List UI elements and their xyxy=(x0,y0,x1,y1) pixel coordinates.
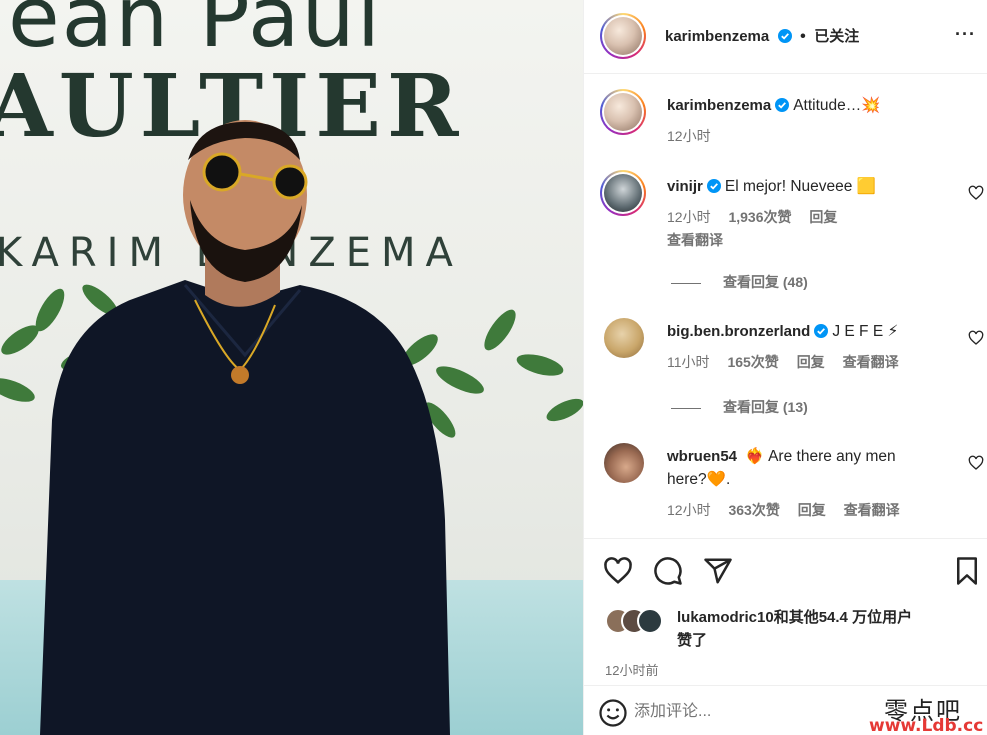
post-detail-panel: karimbenzema • 已关注 ··· karimbenzema Attit… xyxy=(583,0,987,735)
post-timestamp[interactable]: 12小时前 xyxy=(605,660,658,679)
comment-icon[interactable] xyxy=(653,556,683,586)
view-replies-label: 查看回复 (13) xyxy=(723,399,808,415)
view-replies-label: 查看回复 (48) xyxy=(723,274,808,290)
comment-username[interactable]: vinijr xyxy=(667,178,703,195)
view-replies-button[interactable]: 查看回复 (13) xyxy=(671,397,808,417)
comment-text: J E F E ⚡ xyxy=(832,323,899,340)
person-figure xyxy=(40,120,450,735)
comment-meta: 11小时 165次赞 回复 查看翻译 xyxy=(667,352,913,372)
likes-text-continued: 赞了 xyxy=(677,632,708,649)
comment-like-icon[interactable] xyxy=(968,185,984,201)
following-button[interactable]: 已关注 xyxy=(814,28,859,45)
comment-text-continued: here?🧡. xyxy=(667,471,731,488)
replies-divider xyxy=(671,282,701,284)
caption-avatar[interactable] xyxy=(600,89,646,135)
view-replies-button[interactable]: 查看回复 (48) xyxy=(671,272,808,292)
comment-avatar[interactable] xyxy=(604,443,644,483)
comment-time: 12小时 xyxy=(667,502,711,518)
comment-likes-count[interactable]: 165次赞 xyxy=(727,354,778,370)
comment-text-line: vinijr El mejor! Nueveee 🟨 xyxy=(667,175,957,198)
comment-avatar[interactable] xyxy=(604,318,644,358)
post-header: karimbenzema • 已关注 ··· xyxy=(584,0,987,74)
verified-badge-icon xyxy=(775,98,790,112)
comment-text: El mejor! Nueveee 🟨 xyxy=(724,178,876,195)
comment-likes-count[interactable]: 1,936次赞 xyxy=(728,209,791,225)
comment-meta: 12小时 1,936次赞 回复 xyxy=(667,207,851,227)
caption-meta: 12小时 xyxy=(667,126,725,146)
comment-text: ❤️‍🔥 Are there any men xyxy=(745,448,896,465)
translate-button[interactable]: 查看翻译 xyxy=(844,502,900,518)
likes-text[interactable]: lukamodric10和其他54.4 万位用户 xyxy=(677,607,977,629)
caption-time: 12小时 xyxy=(667,128,711,144)
share-icon[interactable] xyxy=(703,556,733,586)
translate-button[interactable]: 查看翻译 xyxy=(843,354,899,370)
verified-badge-icon xyxy=(777,29,792,43)
comment-username[interactable]: wbruen54 xyxy=(667,448,737,465)
separator-dot: • xyxy=(800,28,806,45)
translate-button[interactable]: 查看翻译 xyxy=(667,230,723,250)
comment-username[interactable]: big.ben.bronzerland xyxy=(667,323,810,340)
comment-time: 12小时 xyxy=(667,209,711,225)
author-username[interactable]: karimbenzema xyxy=(665,28,769,45)
replies-divider xyxy=(671,407,701,409)
caption-text-line: karimbenzema Attitude…💥 xyxy=(667,94,957,117)
comment-text-line: big.ben.bronzerland J E F E ⚡ xyxy=(667,320,957,343)
comment-likes-count[interactable]: 363次赞 xyxy=(728,502,779,518)
heart-icon[interactable] xyxy=(603,556,633,586)
post-photo[interactable]: ean Paul AULTIER KARIM BENZEMA xyxy=(0,0,583,735)
reply-button[interactable]: 回复 xyxy=(797,354,825,370)
comment-time: 11小时 xyxy=(667,354,710,370)
comment-meta: 12小时 363次赞 回复 查看翻译 xyxy=(667,500,914,520)
comment-avatar[interactable] xyxy=(600,170,646,216)
reply-button[interactable]: 回复 xyxy=(798,502,826,518)
comment-text-block: wbruen54 ❤️‍🔥 Are there any men here?🧡. xyxy=(667,445,957,491)
watermark-url: www.Ldb.cc xyxy=(869,716,984,735)
emoji-icon[interactable] xyxy=(598,698,628,728)
verified-badge-icon xyxy=(814,324,829,338)
likers-avatars[interactable] xyxy=(605,608,665,634)
caption-username[interactable]: karimbenzema xyxy=(667,97,771,114)
add-comment-input[interactable] xyxy=(634,700,854,724)
reply-button[interactable]: 回复 xyxy=(809,209,837,225)
more-options-icon[interactable]: ··· xyxy=(955,24,976,45)
comment-like-icon[interactable] xyxy=(968,330,984,346)
author-avatar[interactable] xyxy=(600,13,646,59)
add-comment-bar: 零点吧 www.Ldb.cc xyxy=(584,685,987,735)
liker-avatar xyxy=(637,608,663,634)
caption-text: Attitude…💥 xyxy=(793,97,881,114)
bookmark-icon[interactable] xyxy=(952,556,982,586)
verified-badge-icon xyxy=(706,179,721,193)
comment-like-icon[interactable] xyxy=(968,455,984,471)
post-actions-bar xyxy=(584,538,987,600)
author-line: karimbenzema • 已关注 xyxy=(665,25,859,46)
